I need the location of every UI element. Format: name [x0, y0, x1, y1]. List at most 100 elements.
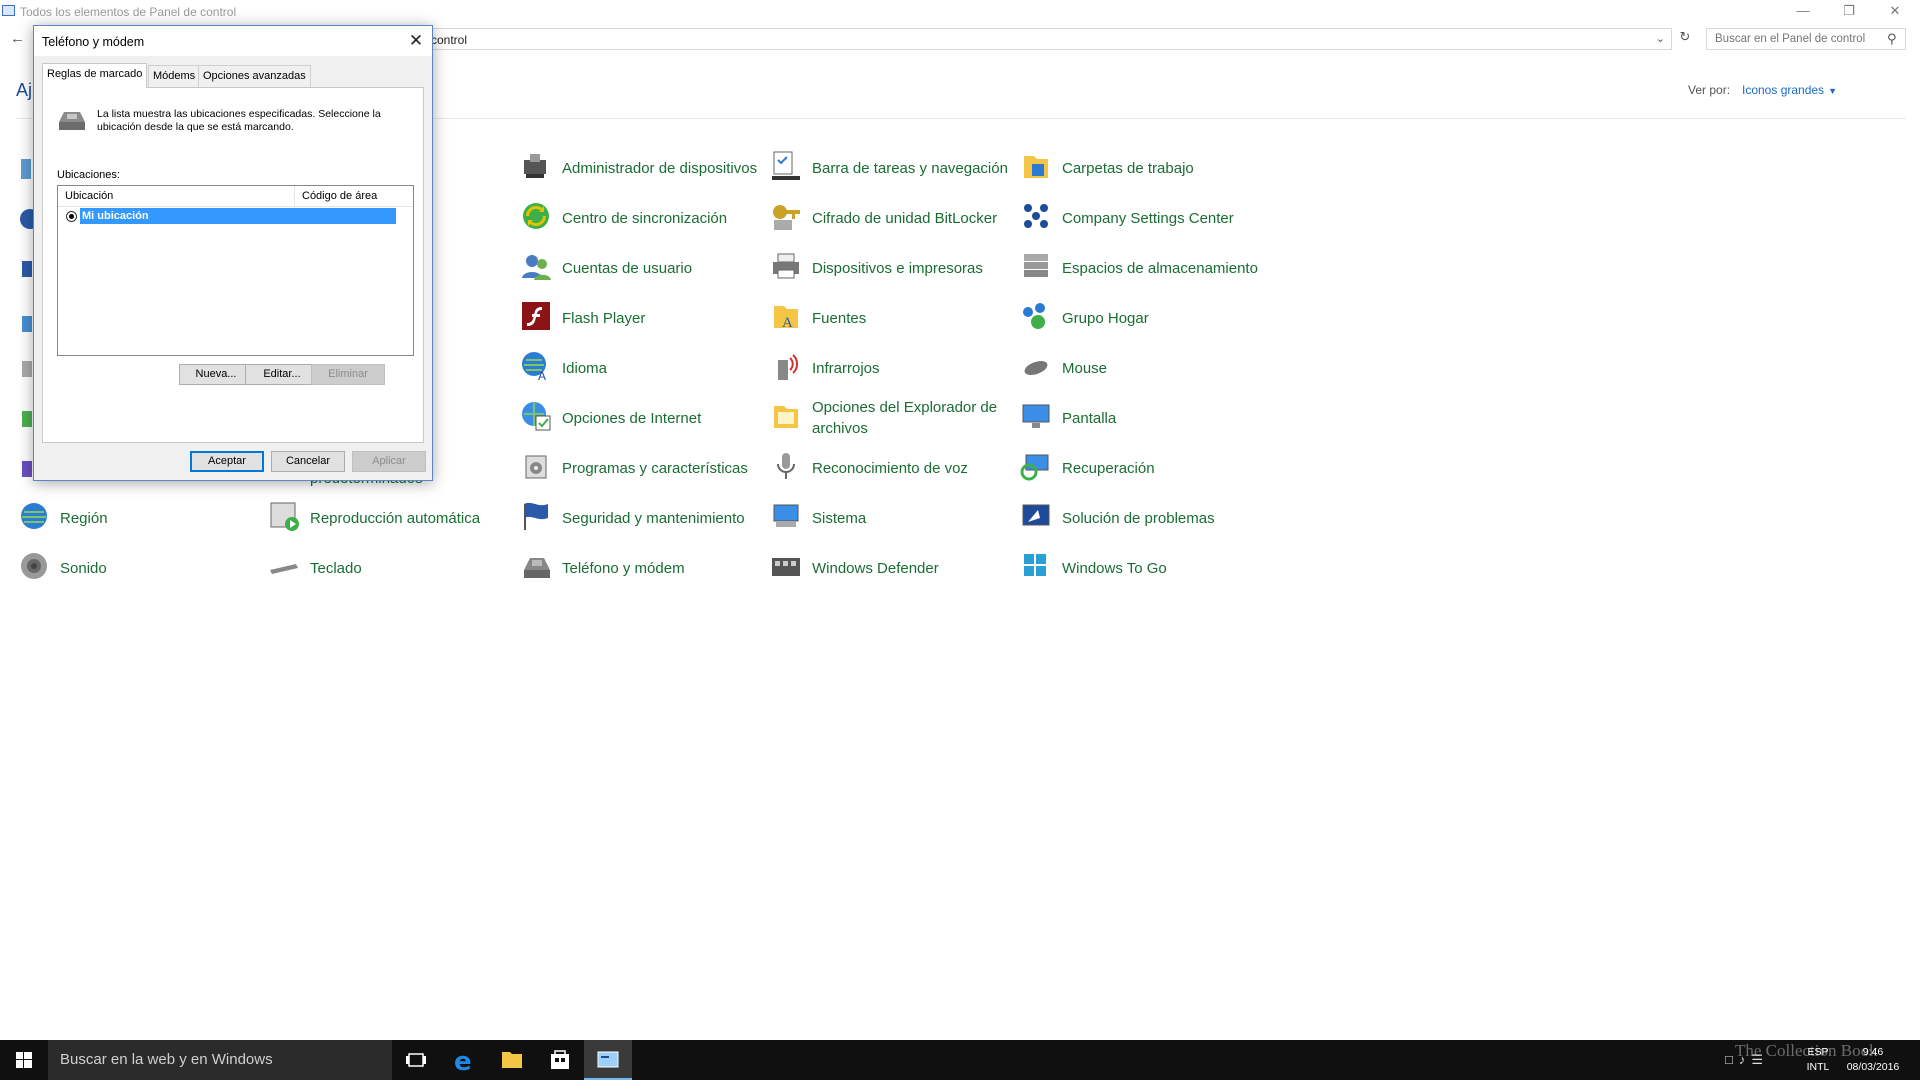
item-region[interactable]: Región — [18, 495, 268, 541]
item-fuentes[interactable]: A Fuentes — [770, 295, 1020, 341]
region-globe-icon — [21, 503, 47, 529]
window-title: Todos los elementos de Panel de control — [20, 5, 237, 19]
restore-button[interactable]: ❐ — [1826, 0, 1872, 24]
dialog-titlebar: Teléfono y módem ✕ — [34, 26, 432, 56]
close-button[interactable]: ✕ — [1872, 0, 1918, 24]
back-arrow-icon[interactable]: ← — [10, 30, 25, 47]
item-label: Company Settings Center — [1062, 209, 1234, 227]
column-header-ubicacion[interactable]: Ubicación — [58, 186, 295, 206]
item-programas-caracteristicas[interactable]: Programas y características — [520, 445, 770, 491]
item-bitlocker[interactable]: Cifrado de unidad BitLocker — [770, 195, 1020, 241]
item-teclado[interactable]: Teclado — [268, 545, 518, 591]
item-dispositivos-impresoras[interactable]: Dispositivos e impresoras — [770, 245, 1020, 291]
tab-reglas-marcado[interactable]: Reglas de marcado — [42, 63, 148, 88]
svg-text:A: A — [782, 315, 793, 331]
item-recuperacion[interactable]: Recuperación — [1020, 445, 1270, 491]
language-globe-icon: A — [522, 352, 546, 382]
item-solucion-problemas[interactable]: Solución de problemas — [1020, 495, 1270, 541]
start-button[interactable] — [0, 1040, 48, 1080]
item-label: Sonido — [60, 559, 107, 577]
column-header-codigo-area[interactable]: Código de área — [295, 186, 413, 206]
fonts-folder-icon: A — [774, 306, 798, 331]
microphone-icon — [777, 453, 795, 479]
left-column-icon — [22, 316, 32, 332]
item-flash-player[interactable]: Flash Player — [520, 295, 770, 341]
item-windows-defender[interactable]: Windows Defender — [770, 545, 1020, 591]
defender-icon — [772, 558, 800, 576]
item-label: Idioma — [562, 359, 608, 377]
ok-button[interactable]: Aceptar — [190, 451, 264, 472]
item-idioma[interactable]: A Idioma — [520, 345, 770, 391]
item-label: Pantalla — [1062, 409, 1117, 427]
delete-button[interactable]: Eliminar — [311, 364, 385, 385]
locations-list[interactable]: Ubicación Código de área Mi ubicación — [57, 185, 414, 356]
search-input[interactable] — [1706, 28, 1906, 50]
store-button[interactable] — [536, 1040, 584, 1080]
item-cuentas-usuario[interactable]: Cuentas de usuario — [520, 245, 770, 291]
item-label: Opciones de Internet — [562, 409, 702, 427]
item-telefono-modem[interactable]: Teléfono y módem — [520, 545, 770, 591]
new-button[interactable]: Nueva... — [179, 364, 253, 385]
store-bag-icon — [551, 1050, 569, 1069]
item-company-settings[interactable]: Company Settings Center — [1020, 195, 1270, 241]
left-column-icon — [22, 461, 32, 477]
dialog-title: Teléfono y módem — [42, 35, 145, 49]
file-explorer-button[interactable] — [488, 1040, 536, 1080]
task-view-button[interactable] — [392, 1040, 440, 1080]
item-administrador-dispositivos[interactable]: Administrador de dispositivos — [520, 145, 770, 191]
item-label: Teclado — [310, 559, 362, 577]
address-text: control — [431, 33, 468, 47]
search-icon[interactable]: ⚲ — [1887, 31, 1897, 47]
caret-down-icon: ▼ — [1828, 86, 1837, 96]
item-mouse[interactable]: Mouse — [1020, 345, 1270, 391]
item-label: Grupo Hogar — [1062, 309, 1149, 327]
storage-spaces-icon — [1024, 254, 1048, 277]
left-column-icon — [22, 411, 32, 427]
item-espacios-almacenamiento[interactable]: Espacios de almacenamiento — [1020, 245, 1270, 291]
chevron-down-icon[interactable]: ⌄ — [1656, 32, 1665, 45]
security-flag-icon — [524, 502, 548, 530]
work-folders-icon — [1024, 156, 1048, 178]
control-panel-icon — [597, 1051, 619, 1068]
item-reconocimiento-voz[interactable]: Reconocimiento de voz — [770, 445, 1020, 491]
item-carpetas-trabajo[interactable]: Carpetas de trabajo — [1020, 145, 1270, 191]
item-label: Reconocimiento de voz — [812, 459, 968, 477]
item-seguridad-mantenimiento[interactable]: Seguridad y mantenimiento — [520, 495, 770, 541]
radio-selected-icon[interactable] — [66, 211, 77, 222]
item-opciones-internet[interactable]: Opciones de Internet — [520, 395, 770, 441]
infrared-icon — [778, 354, 799, 380]
item-sistema[interactable]: Sistema — [770, 495, 1020, 541]
tab-modems[interactable]: Módems — [148, 65, 201, 87]
tab-opciones-avanzadas[interactable]: Opciones avanzadas — [198, 65, 311, 87]
item-grupo-hogar[interactable]: Grupo Hogar — [1020, 295, 1270, 341]
item-infrarrojos[interactable]: Infrarrojos — [770, 345, 1020, 391]
item-sonido[interactable]: Sonido — [18, 545, 268, 591]
item-label: Teléfono y módem — [562, 559, 685, 577]
item-label: Región — [60, 509, 108, 527]
edit-button[interactable]: Editar... — [245, 364, 319, 385]
list-item[interactable]: Mi ubicación — [61, 208, 396, 225]
mouse-icon — [1024, 361, 1048, 375]
item-pantalla[interactable]: Pantalla — [1020, 395, 1270, 441]
item-opciones-explorador[interactable]: Opciones del Explorador de archivos — [770, 395, 1020, 441]
cancel-button[interactable]: Cancelar — [271, 451, 345, 472]
phone-modem-dialog: Teléfono y módem ✕ Reglas de marcado Mód… — [33, 25, 433, 481]
item-centro-sincronizacion[interactable]: Centro de sincronización — [520, 195, 770, 241]
item-reproduccion-automatica[interactable]: Reproducción automática — [268, 495, 518, 541]
item-barra-tareas[interactable]: Barra de tareas y navegación — [770, 145, 1020, 191]
item-label: Fuentes — [812, 309, 867, 327]
minimize-button[interactable]: — — [1780, 0, 1826, 24]
edge-button[interactable]: e — [440, 1040, 488, 1080]
system-monitor-icon — [773, 504, 799, 527]
apply-button[interactable]: Aplicar — [352, 451, 426, 472]
item-windows-to-go[interactable]: Windows To Go — [1020, 545, 1270, 591]
refresh-icon[interactable]: ↻ — [1674, 29, 1696, 49]
item-label: Solución de problemas — [1062, 509, 1215, 527]
view-by-dropdown[interactable]: Iconos grandes ▼ — [1742, 83, 1837, 97]
edge-icon: e — [454, 1047, 472, 1077]
taskbar-icon — [772, 151, 800, 180]
item-label: Windows To Go — [1062, 559, 1167, 577]
taskbar-search-box[interactable]: Buscar en la web y en Windows — [48, 1040, 392, 1080]
dialog-close-icon[interactable]: ✕ — [402, 28, 430, 54]
control-panel-taskbar-button[interactable] — [584, 1040, 632, 1080]
